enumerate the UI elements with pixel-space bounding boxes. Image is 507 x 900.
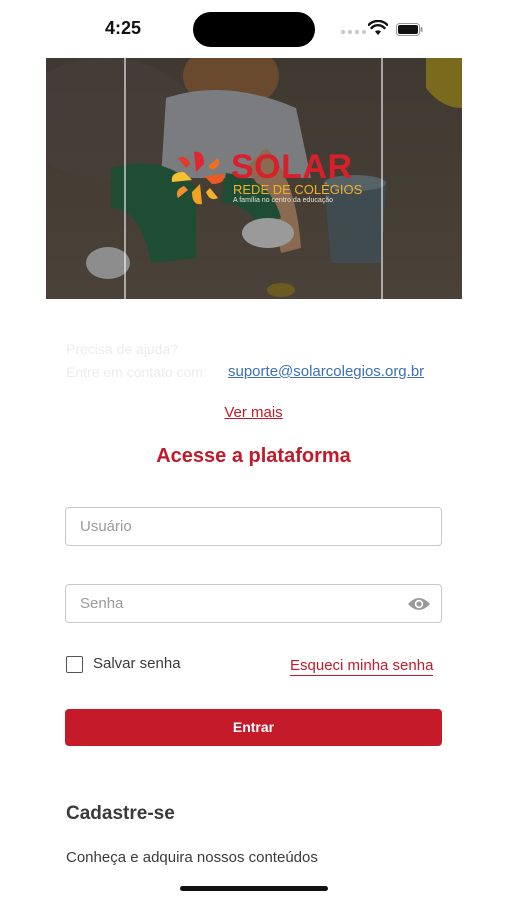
save-password-label: Salvar senha (93, 655, 181, 672)
photo-divider (124, 58, 126, 299)
password-field (65, 584, 442, 623)
hero-banner: SOLAR REDE DE COLÉGIOS A família no cent… (46, 58, 462, 299)
username-input[interactable] (80, 508, 400, 545)
help-title: Precisa de ajuda? (66, 341, 179, 357)
forgot-password-link[interactable]: Esqueci minha senha (290, 657, 434, 676)
username-field (65, 507, 442, 546)
home-indicator (180, 886, 328, 891)
eye-icon[interactable] (407, 595, 431, 613)
support-email-link[interactable]: suporte@solarcolegios.org.br (228, 363, 424, 380)
help-text: Entre em contato com: (66, 364, 207, 380)
register-subtitle: Conheça e adquira nossos conteúdos (66, 849, 318, 866)
password-input[interactable] (80, 585, 400, 622)
status-time: 4:25 (105, 18, 142, 38)
logo-name: SOLAR (231, 148, 353, 186)
dynamic-island (193, 12, 315, 47)
logo-subtitle: REDE DE COLÉGIOS (233, 182, 363, 197)
logo-tagline: A família no centro da educação (233, 197, 334, 204)
logo-mark-icon (171, 151, 225, 205)
see-more-link[interactable]: Ver mais (224, 404, 282, 421)
battery-icon (396, 23, 423, 36)
see-more-row: Ver mais (0, 404, 507, 421)
photo-divider (381, 58, 383, 299)
register-title: Cadastre-se (66, 803, 175, 824)
save-password-checkbox[interactable] (66, 656, 83, 673)
wifi-icon (368, 20, 388, 35)
submit-button[interactable]: Entrar (65, 709, 442, 746)
cellular-signal-icon (341, 30, 366, 34)
solar-logo: SOLAR REDE DE COLÉGIOS A família no cent… (168, 148, 362, 210)
login-heading: Acesse a plataforma (156, 445, 351, 467)
